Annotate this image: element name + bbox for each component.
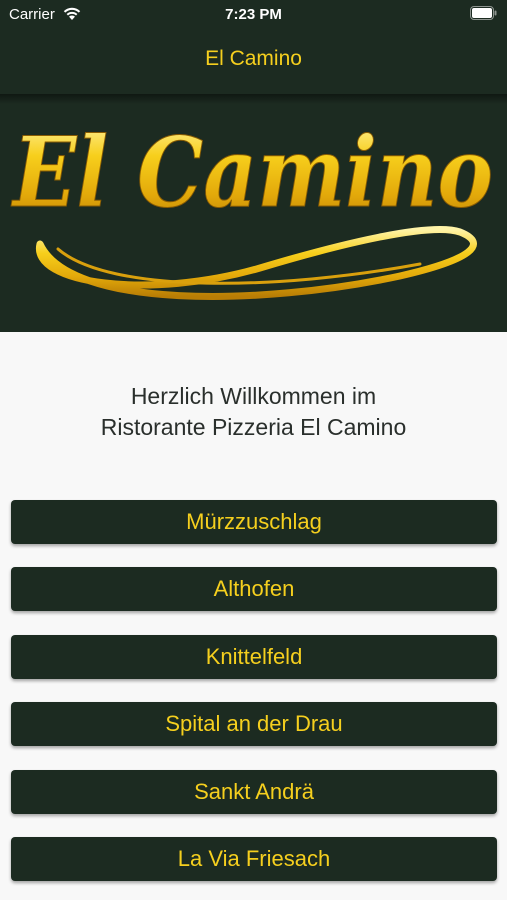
location-button-muerzzuschlag[interactable]: Mürzzuschlag	[11, 500, 497, 544]
location-button-althofen[interactable]: Althofen	[11, 567, 497, 612]
nav-title: El Camino	[205, 47, 302, 70]
logo-text: El Camino	[10, 116, 493, 229]
navigation-bar: Carrier 7:23 PM El Camino	[0, 0, 507, 94]
logo: El Camino	[10, 116, 494, 300]
status-bar: Carrier 7:23 PM	[0, 0, 507, 30]
location-list: Mürzzuschlag Althofen Knittelfeld Spital…	[11, 500, 497, 900]
welcome-line-2: Ristorante Pizzeria El Camino	[100, 414, 407, 440]
welcome-line-1: Herzlich Willkommen im	[130, 383, 377, 409]
header-banner: El Camino	[0, 94, 507, 332]
location-button-sankt-andrae[interactable]: Sankt Andrä	[11, 769, 497, 814]
location-button-knittelfeld[interactable]: Knittelfeld	[11, 634, 497, 679]
location-button-spital-an-der-drau[interactable]: Spital an der Drau	[11, 702, 497, 747]
welcome-message: Herzlich Willkommen im Ristorante Pizzer…	[0, 381, 507, 443]
clock: 7:23 PM	[225, 6, 282, 23]
battery-icon	[470, 6, 497, 20]
location-button-la-via-friesach[interactable]: La Via Friesach	[11, 836, 497, 881]
